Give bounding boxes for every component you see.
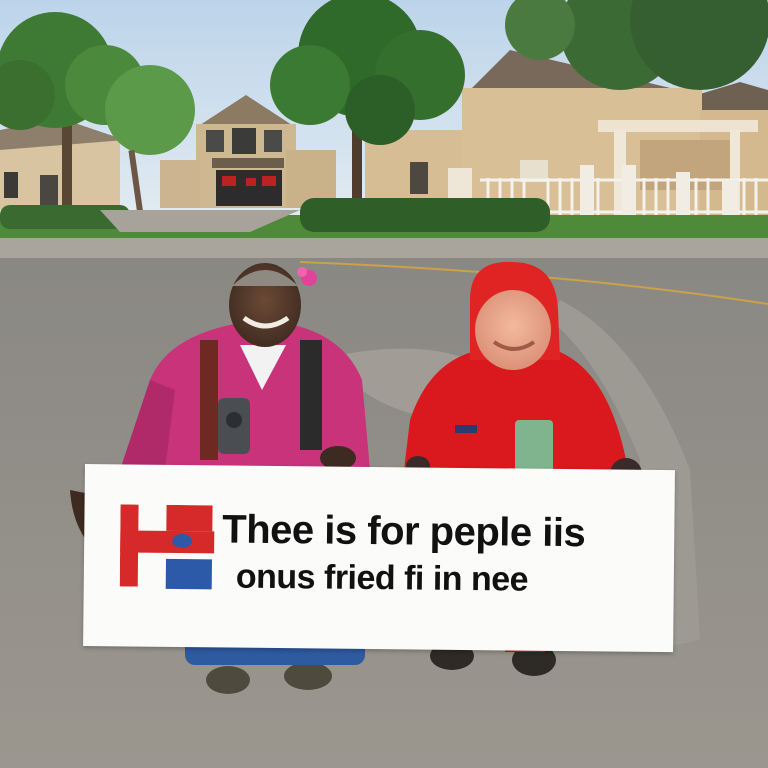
scene-illustration [0,0,768,768]
fence-post [580,165,594,220]
sign-text-line-1: Thee is for peple iis [222,507,586,556]
protest-sign: Thee is for peple iis onus fried fi in n… [83,464,675,653]
sign-text-line-2: onus fried fi in nee [235,557,529,599]
sign-logo-icon [119,504,215,590]
fence-post [622,165,636,220]
fence-post [722,180,738,220]
photo-scene: Thee is for peple iis onus fried fi in n… [0,0,768,768]
fence-post [676,172,690,220]
sidewalk [0,238,768,260]
hedge [300,198,550,232]
